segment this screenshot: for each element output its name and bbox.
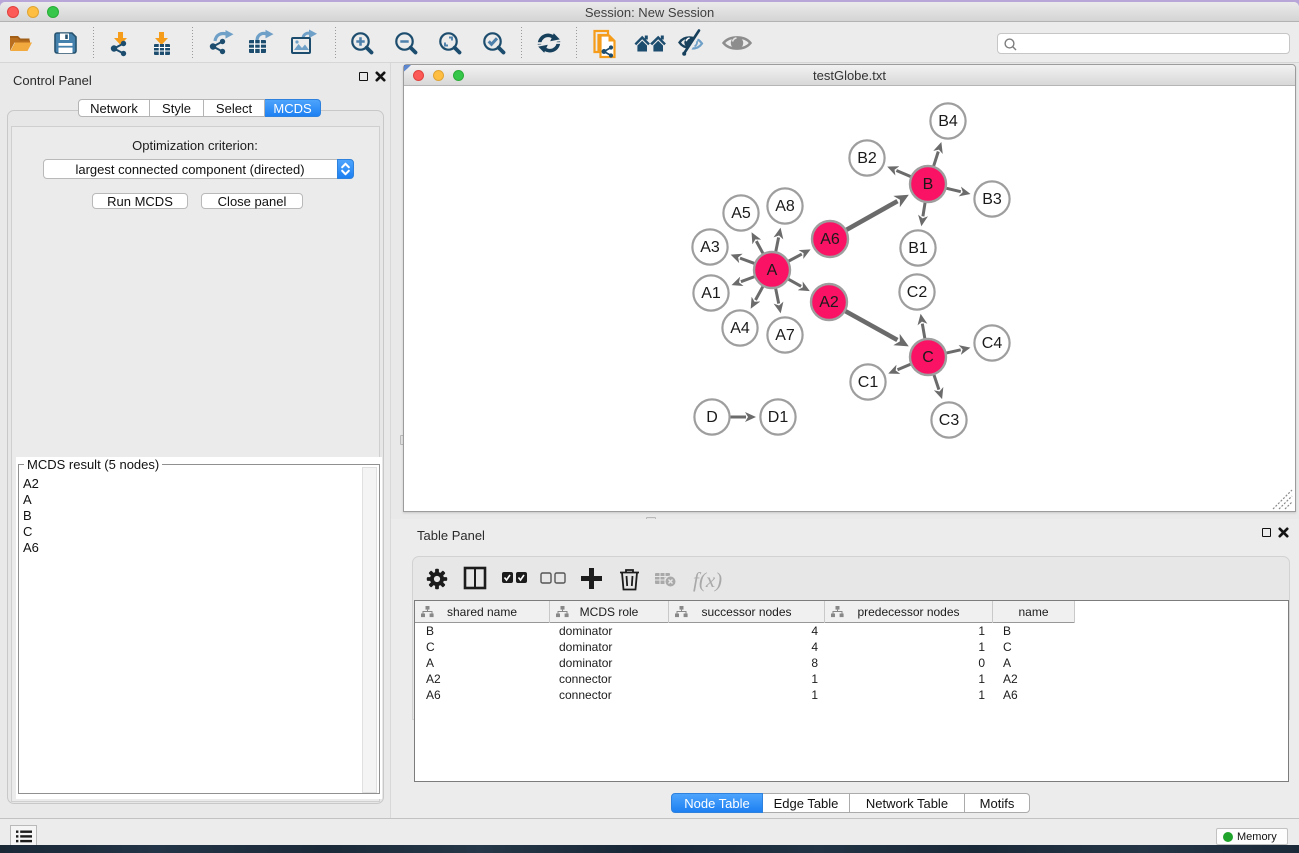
svg-text:A5: A5: [731, 205, 751, 222]
svg-text:B4: B4: [938, 113, 958, 130]
svg-text:f(x): f(x): [693, 568, 722, 592]
svg-text:C2: C2: [907, 284, 928, 301]
svg-text:A3: A3: [700, 239, 720, 256]
svg-text:C1: C1: [858, 374, 879, 391]
svg-text:B: B: [923, 176, 934, 193]
svg-text:A1: A1: [701, 285, 721, 302]
svg-text:A6: A6: [820, 231, 840, 248]
svg-text:A2: A2: [819, 294, 839, 311]
svg-text:C4: C4: [982, 335, 1003, 352]
svg-text:C: C: [922, 349, 934, 366]
svg-text:B2: B2: [857, 150, 877, 167]
svg-text:C3: C3: [939, 412, 960, 429]
svg-text:A: A: [767, 262, 778, 279]
svg-text:D: D: [706, 409, 718, 426]
svg-text:A4: A4: [730, 320, 750, 337]
svg-text:D1: D1: [768, 409, 789, 426]
svg-text:B3: B3: [982, 191, 1002, 208]
svg-text:A8: A8: [775, 198, 795, 215]
svg-text:A7: A7: [775, 327, 795, 344]
svg-text:B1: B1: [908, 240, 928, 257]
